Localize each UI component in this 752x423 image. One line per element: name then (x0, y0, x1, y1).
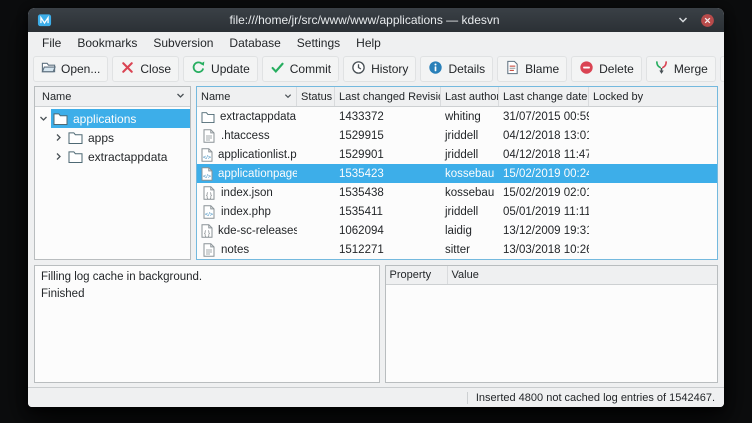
header-last-changed-revision[interactable]: Last changed Revision (335, 87, 441, 106)
text-file-icon (201, 243, 216, 257)
toolbar-open-button[interactable]: Open... (33, 56, 108, 82)
file-list-panel: Name Status Last changed Revision Last a… (196, 86, 718, 260)
header-property[interactable]: Property (386, 266, 448, 284)
properties-body (386, 285, 718, 382)
toolbar-close-button[interactable]: Close (112, 56, 179, 82)
details-info-icon (428, 60, 443, 78)
status-message: Inserted 4800 not cached log entries of … (467, 392, 715, 404)
folder-icon (201, 111, 215, 123)
toolbar-details-button[interactable]: Details (420, 56, 493, 82)
php-file-icon: </> (201, 167, 213, 181)
text-file-icon (201, 129, 216, 143)
folder-icon (68, 150, 83, 163)
properties-panel: Property Value (385, 265, 719, 383)
sort-indicator-icon (284, 91, 292, 103)
blame-document-icon (505, 60, 520, 78)
php-file-icon: </> (201, 148, 213, 162)
tree-header-label: Name (42, 91, 71, 103)
properties-header: Property Value (386, 266, 718, 285)
delete-minus-icon (579, 60, 594, 78)
tree-body: applications apps extractappdata (35, 107, 190, 259)
file-row-htaccess[interactable]: .htaccess 1529915 jriddell 04/12/2018 13… (197, 126, 717, 145)
window-title: file:///home/jr/src/www/www/applications… (60, 13, 669, 27)
bottom-split: Filling log cache in background. Finishe… (34, 265, 718, 383)
tree-item-apps[interactable]: apps (35, 128, 190, 147)
menu-item-bookmarks[interactable]: Bookmarks (69, 34, 145, 52)
svg-text:{ }: { } (206, 192, 212, 198)
main-split: Name applications apps (34, 86, 718, 260)
file-list-body: extractappdata 1433372 whiting 31/07/201… (197, 107, 717, 259)
shade-button[interactable] (677, 15, 689, 25)
header-value[interactable]: Value (448, 266, 718, 284)
header-locked-by[interactable]: Locked by (589, 87, 717, 106)
toolbar-merge-button[interactable]: Merge (646, 56, 716, 82)
toolbar: Open... Close Update Commit History Deta… (28, 54, 724, 84)
header-last-author[interactable]: Last author (441, 87, 499, 106)
log-line: Filling log cache in background. (41, 269, 373, 286)
tree-item-applications[interactable]: applications (35, 109, 190, 128)
repository-tree-panel: Name applications apps (34, 86, 191, 260)
toolbar-commit-button[interactable]: Commit (262, 56, 339, 82)
toolbar-checkout-button[interactable]: Checkout (720, 56, 724, 82)
file-row-applicationpage-php[interactable]: </>applicationpage.php 1535423 kossebau … (197, 164, 717, 183)
toolbar-history-button[interactable]: History (343, 56, 416, 82)
tree-header[interactable]: Name (35, 87, 190, 107)
document-open-icon (41, 60, 56, 78)
menu-item-settings[interactable]: Settings (289, 34, 348, 52)
svg-text:</>: </> (205, 211, 213, 217)
history-clock-icon (351, 60, 366, 78)
commit-check-icon (270, 60, 285, 78)
menu-item-subversion[interactable]: Subversion (145, 34, 221, 52)
menubar: File Bookmarks Subversion Database Setti… (28, 32, 724, 54)
statusbar: Inserted 4800 not cached log entries of … (28, 387, 724, 407)
header-last-change-date[interactable]: Last change date (499, 87, 589, 106)
file-row-index-json[interactable]: { }index.json 1535438 kossebau 15/02/201… (197, 183, 717, 202)
app-icon (37, 13, 52, 28)
log-line: Finished (41, 286, 373, 303)
chevron-down-icon[interactable] (176, 91, 185, 103)
expander-closed-icon[interactable] (50, 133, 66, 142)
expander-closed-icon[interactable] (50, 152, 66, 161)
kdesvn-window: file:///home/jr/src/www/www/applications… (28, 8, 724, 407)
header-status[interactable]: Status (297, 87, 335, 106)
expander-open-icon[interactable] (35, 114, 51, 123)
json-file-icon: { } (201, 224, 213, 238)
toolbar-delete-button[interactable]: Delete (571, 56, 642, 82)
header-name[interactable]: Name (197, 87, 297, 106)
update-refresh-icon (191, 60, 206, 78)
toolbar-update-button[interactable]: Update (183, 56, 258, 82)
file-row-notes[interactable]: notes 1512271 sitter 13/03/2018 10:26 (197, 240, 717, 259)
tree-item-label: extractappdata (88, 150, 167, 164)
svg-text:</>: </> (203, 154, 211, 160)
file-row-kde-sc-releases-json[interactable]: { }kde-sc-releases.json 1062094 laidig 1… (197, 221, 717, 240)
close-red-icon (120, 60, 135, 78)
tree-item-extractappdata[interactable]: extractappdata (35, 147, 190, 166)
folder-icon (53, 112, 68, 125)
file-row-applicationlist-php[interactable]: </>applicationlist.php 1529901 jriddell … (197, 145, 717, 164)
svg-text:</>: </> (203, 173, 211, 179)
titlebar[interactable]: file:///home/jr/src/www/www/applications… (28, 8, 724, 32)
json-file-icon: { } (201, 186, 216, 200)
tree-item-label: apps (88, 131, 114, 145)
tree-item-label: applications (73, 112, 136, 126)
file-row-extractappdata[interactable]: extractappdata 1433372 whiting 31/07/201… (197, 107, 717, 126)
menu-item-file[interactable]: File (34, 34, 69, 52)
menu-item-help[interactable]: Help (348, 34, 389, 52)
close-button[interactable] (700, 13, 715, 28)
file-list-header: Name Status Last changed Revision Last a… (197, 87, 717, 107)
log-output-panel[interactable]: Filling log cache in background. Finishe… (34, 265, 380, 383)
merge-arrows-icon (654, 60, 669, 78)
toolbar-blame-button[interactable]: Blame (497, 56, 567, 82)
folder-icon (68, 131, 83, 144)
menu-item-database[interactable]: Database (221, 34, 288, 52)
svg-text:{ }: { } (204, 230, 210, 236)
file-row-index-php[interactable]: </>index.php 1535411 jriddell 05/01/2019… (197, 202, 717, 221)
php-file-icon: </> (201, 205, 216, 219)
